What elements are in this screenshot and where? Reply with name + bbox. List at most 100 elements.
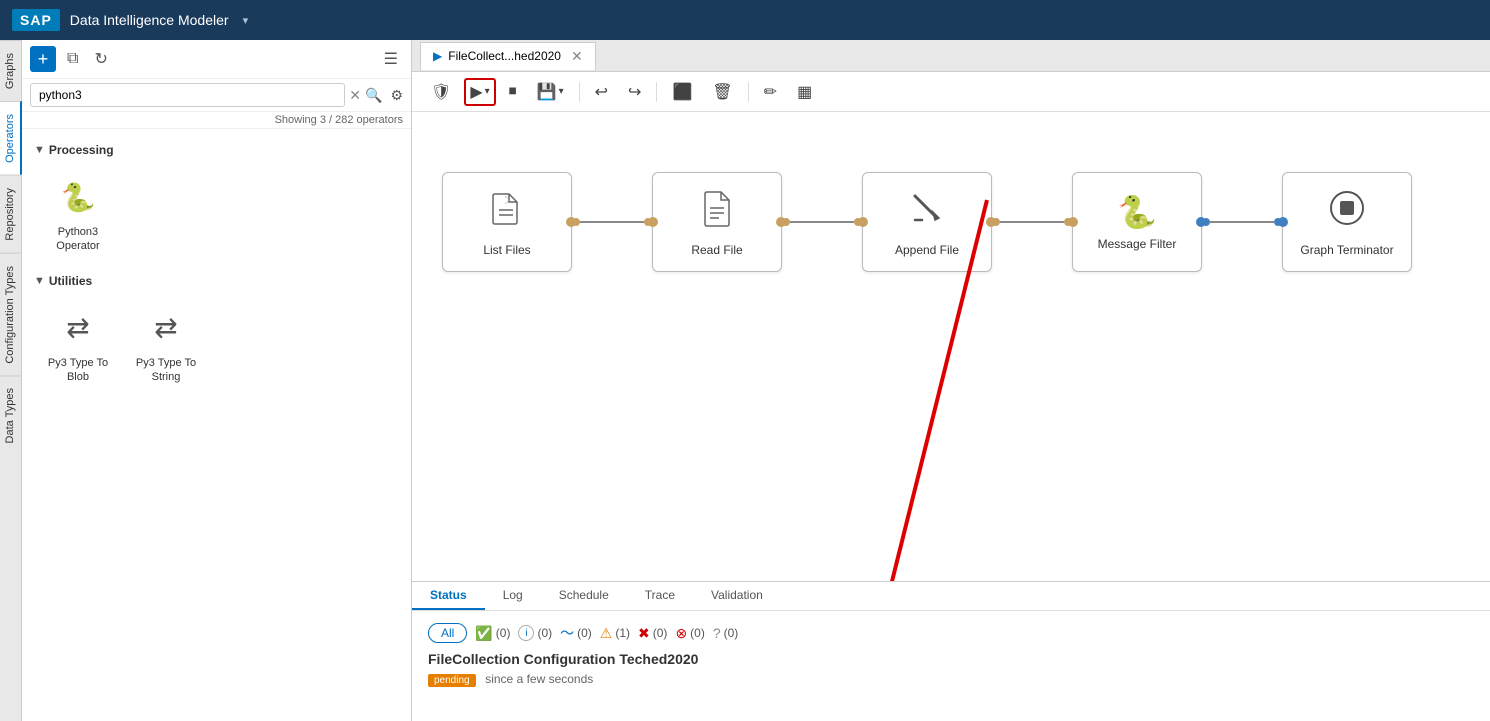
info-icon: i xyxy=(518,625,534,641)
connector-1 xyxy=(572,218,652,226)
node-append-file[interactable]: Append File xyxy=(862,172,992,272)
since-text: since a few seconds xyxy=(485,672,593,686)
status-line: pending since a few seconds xyxy=(428,671,1474,687)
sidebar-item-operators[interactable]: Operators xyxy=(0,101,22,175)
refresh-button[interactable]: ↻ xyxy=(89,46,112,72)
sidebar-item-repository[interactable]: Repository xyxy=(0,175,22,253)
pending-badge: pending xyxy=(428,674,476,687)
append-file-label: Append File xyxy=(895,243,959,257)
menu-button[interactable]: ☰ xyxy=(379,46,403,72)
canvas-area: ▶ FileCollect...hed2020 ✕ 🛡 ▶ ▾ ⏹ 💾 ▾ ↩ … xyxy=(412,40,1490,721)
search-clear-icon[interactable]: ✕ xyxy=(349,87,361,104)
app-title-dropdown[interactable]: ▾ xyxy=(243,14,249,27)
utilities-operators-grid: ⇄ Py3 Type ToBlob ⇄ Py3 Type ToString xyxy=(30,294,403,399)
filter-error[interactable]: ✖ (0) xyxy=(638,625,667,642)
stop-button[interactable]: ⏹ xyxy=(502,79,524,105)
message-filter-input-port[interactable] xyxy=(1068,217,1078,227)
node-read-file[interactable]: Read File xyxy=(652,172,782,272)
run-button[interactable]: ▶ ▾ xyxy=(464,78,495,106)
results-count: Showing 3 / 282 operators xyxy=(22,112,411,129)
dead-count: (0) xyxy=(690,626,705,640)
node-graph-terminator[interactable]: Graph Terminator xyxy=(1282,172,1412,272)
status-entry: FileCollection Configuration Teched2020 … xyxy=(428,651,1474,687)
message-filter-icon: 🐍 xyxy=(1117,193,1157,231)
restore-button[interactable]: ⬛ xyxy=(665,78,699,106)
list-files-label: List Files xyxy=(483,243,530,257)
connector-2 xyxy=(782,218,862,226)
search-input[interactable] xyxy=(30,83,345,107)
filter-icon[interactable]: ⚙ xyxy=(390,87,403,104)
tab-label: FileCollect...hed2020 xyxy=(448,49,561,63)
run-dropdown-icon: ▾ xyxy=(485,86,490,97)
tab-trace[interactable]: Trace xyxy=(627,582,693,610)
toolbar-divider-1 xyxy=(579,82,580,102)
operator-py3-string[interactable]: ⇄ Py3 Type ToString xyxy=(126,298,206,391)
info-count: (0) xyxy=(537,626,552,640)
sap-logo: SAP xyxy=(12,9,60,31)
layout-button[interactable]: ▦ xyxy=(790,78,819,106)
add-operator-button[interactable]: + xyxy=(30,46,56,72)
canvas-tab[interactable]: ▶ FileCollect...hed2020 ✕ xyxy=(420,42,596,70)
operator-py3-blob[interactable]: ⇄ Py3 Type ToBlob xyxy=(38,298,118,391)
append-file-input-port[interactable] xyxy=(858,217,868,227)
panel-toolbar: + ⧉ ↻ ☰ xyxy=(22,40,411,79)
delete-button[interactable]: 🗑 xyxy=(705,78,739,106)
filter-running[interactable]: 〜 (0) xyxy=(560,623,592,643)
app-title: Data Intelligence Modeler xyxy=(70,12,229,28)
pipeline-title: FileCollection Configuration Teched2020 xyxy=(428,651,1474,667)
canvas: List Files xyxy=(412,112,1490,581)
connector-4 xyxy=(1202,218,1282,226)
filter-dead[interactable]: ⊗ (0) xyxy=(675,625,704,642)
bottom-content: All ✅ (0) i (0) 〜 (0) ⚠ (1) xyxy=(412,611,1490,695)
search-go-icon[interactable]: 🔍 xyxy=(365,87,382,104)
tab-schedule[interactable]: Schedule xyxy=(541,582,627,610)
tab-status[interactable]: Status xyxy=(412,582,485,610)
tab-validation[interactable]: Validation xyxy=(693,582,781,610)
operator-python3[interactable]: 🐍 Python3Operator xyxy=(38,167,118,260)
undo-button[interactable]: ↩ xyxy=(588,78,615,106)
bottom-tabs: Status Log Schedule Trace Validation xyxy=(412,582,1490,611)
filter-success[interactable]: ✅ (0) xyxy=(475,625,510,642)
category-processing[interactable]: ▼ Processing xyxy=(30,137,403,163)
filter-info[interactable]: i (0) xyxy=(518,625,552,641)
warning-count: (1) xyxy=(615,626,630,640)
tab-play-icon: ▶ xyxy=(433,49,442,63)
pipeline: List Files xyxy=(442,172,1412,272)
unknown-icon: ? xyxy=(713,625,721,641)
append-file-icon xyxy=(907,188,947,237)
toolbar-divider-2 xyxy=(656,82,657,102)
processing-operators-grid: 🐍 Python3Operator xyxy=(30,163,403,268)
success-icon: ✅ xyxy=(475,625,492,642)
filter-warning[interactable]: ⚠ (1) xyxy=(600,625,630,642)
tab-close-icon[interactable]: ✕ xyxy=(571,48,583,65)
sidebar-item-graphs[interactable]: Graphs xyxy=(0,40,22,101)
sidebar-item-configuration-types[interactable]: Configuration Types xyxy=(0,253,22,376)
tab-log[interactable]: Log xyxy=(485,582,541,610)
filter-unknown[interactable]: ? (0) xyxy=(713,625,738,641)
edit-button[interactable]: ✏ xyxy=(757,78,784,106)
toolbar-divider-3 xyxy=(748,82,749,102)
sidebar-item-data-types[interactable]: Data Types xyxy=(0,375,22,455)
node-list-files[interactable]: List Files xyxy=(442,172,572,272)
node-message-filter[interactable]: 🐍 Message Filter xyxy=(1072,172,1202,272)
filter-all-button[interactable]: All xyxy=(428,623,467,643)
redo-button[interactable]: ↪ xyxy=(621,78,648,106)
save-button[interactable]: 💾 ▾ xyxy=(530,78,571,106)
read-file-icon xyxy=(697,188,737,237)
read-file-input-port[interactable] xyxy=(648,217,658,227)
chevron-utilities-icon: ▼ xyxy=(34,275,45,287)
py3-blob-icon: ⇄ xyxy=(54,304,102,352)
clone-button[interactable]: ⧉ xyxy=(62,47,83,71)
graph-terminator-label: Graph Terminator xyxy=(1300,243,1393,257)
graph-terminator-input-port[interactable] xyxy=(1278,217,1288,227)
error-icon: ✖ xyxy=(638,625,650,642)
list-files-icon xyxy=(487,188,527,237)
chevron-processing-icon: ▼ xyxy=(34,144,45,156)
validate-button[interactable]: 🛡 xyxy=(424,78,458,106)
main-layout: Graphs Operators Repository Configuratio… xyxy=(0,40,1490,721)
running-icon: 〜 xyxy=(560,623,574,643)
category-utilities[interactable]: ▼ Utilities xyxy=(30,268,403,294)
category-utilities-label: Utilities xyxy=(49,274,92,288)
success-count: (0) xyxy=(496,626,511,640)
message-filter-label: Message Filter xyxy=(1098,237,1177,251)
